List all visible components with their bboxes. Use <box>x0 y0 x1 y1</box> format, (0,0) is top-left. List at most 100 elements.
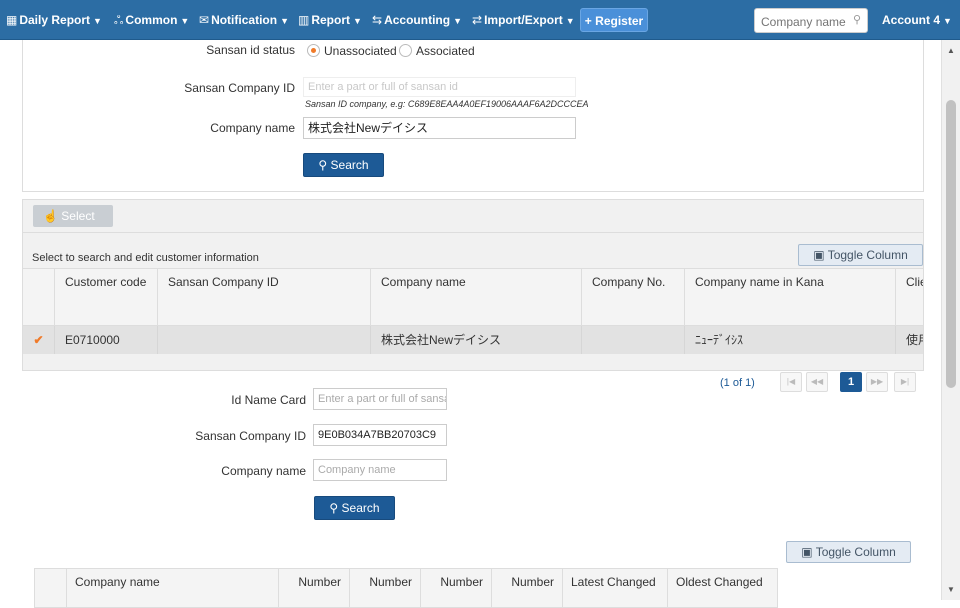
row-check-icon[interactable]: ✔ <box>23 326 55 354</box>
col-header-check <box>23 268 55 326</box>
select-button[interactable]: ☝ Select <box>33 205 113 227</box>
nav-notification-label: Notification <box>211 13 278 27</box>
cell-customer-code: E0710000 <box>55 326 158 354</box>
register-button[interactable]: + Register <box>580 8 648 32</box>
caret-down-icon: ▼ <box>180 16 190 26</box>
nav-import-export-label: Import/Export <box>484 13 563 27</box>
namecard-company-name-input[interactable]: Company name <box>313 459 447 481</box>
cell-company-kana: ﾆｭｰﾃﾞｲｼｽ <box>685 326 896 354</box>
id-name-card-label: Id Name Card <box>231 393 306 407</box>
bottom-col-oldest-changed[interactable]: Oldest Changed <box>667 568 778 608</box>
nav-import-export[interactable]: ⇄ Import/Export ▼ <box>472 0 575 40</box>
bottom-toggle-column-button[interactable]: ▣ Toggle Column <box>786 541 911 563</box>
nav-notification[interactable]: ✉ Notification ▼ <box>199 0 289 40</box>
col-header-client[interactable]: Clie <box>896 268 923 326</box>
nav-daily-report-label: Daily Report <box>19 13 91 27</box>
search-icon: ⚲ <box>318 158 328 172</box>
scroll-up-icon[interactable]: ▲ <box>947 46 955 55</box>
register-label: Register <box>595 14 644 28</box>
pager-next-button[interactable]: ▶▶ <box>866 372 888 392</box>
toggle-column-button[interactable]: ▣ Toggle Column <box>798 244 923 266</box>
bottom-col-company-name[interactable]: Company name <box>66 568 279 608</box>
bar-chart-icon: ▥ <box>298 13 310 27</box>
bottom-col-number-4[interactable]: Number <box>491 568 563 608</box>
col-header-sansan-id[interactable]: Sansan Company ID <box>158 268 371 326</box>
hand-pointer-icon: ☝ <box>43 209 58 223</box>
search-icon[interactable]: ⚲ <box>853 13 861 26</box>
top-navbar: ▦ Daily Report ▼ ஃ Common ▼ ✉ Notification ▼ ▥… <box>0 0 960 40</box>
radio-unassociated-label: Unassociated <box>324 44 397 58</box>
bottom-col-check <box>34 568 67 608</box>
nav-accounting-label: Accounting <box>384 13 451 27</box>
col-header-company-no[interactable]: Company No. <box>582 268 685 326</box>
pager-last-button[interactable]: ▶| <box>894 372 916 392</box>
namecard-search-label: Search <box>341 501 380 515</box>
namecard-company-name-label: Company name <box>221 464 306 478</box>
import-export-icon: ⇄ <box>472 13 483 27</box>
nav-search-input[interactable] <box>759 10 851 33</box>
toggle-column-label: Toggle Column <box>827 248 908 262</box>
bottom-col-number-2[interactable]: Number <box>349 568 421 608</box>
namecard-sansan-id-input[interactable]: 9E0B034A7BB20703C9 <box>313 424 447 446</box>
nav-search-box: ⚲ <box>754 8 868 33</box>
namecard-sansan-id-label: Sansan Company ID <box>195 429 306 443</box>
plus-icon: + <box>584 14 592 28</box>
grid-divider <box>23 232 923 233</box>
table-row[interactable]: ✔ E0710000 株式会社Newデイシス ﾆｭｰﾃﾞｲｼｽ 使用 <box>23 326 923 354</box>
nav-common[interactable]: ஃ Common ▼ <box>114 0 189 40</box>
sansan-status-label: Sansan id status <box>206 43 295 57</box>
company-name-label: Company name <box>210 121 295 135</box>
caret-down-icon: ▼ <box>280 16 289 26</box>
bottom-col-latest-changed[interactable]: Latest Changed <box>562 568 668 608</box>
pager-first-button[interactable]: |◀ <box>780 372 802 392</box>
caret-down-icon: ▼ <box>93 16 102 26</box>
namecard-search-button[interactable]: ⚲ Search <box>314 496 395 520</box>
col-header-company-name[interactable]: Company name <box>371 268 582 326</box>
columns-icon: ▣ <box>801 545 813 559</box>
bottom-col-number-1[interactable]: Number <box>278 568 350 608</box>
calendar-icon: ▦ <box>6 13 18 27</box>
company-name-input[interactable]: 株式会社Newデイシス <box>303 117 576 139</box>
radio-unassociated[interactable] <box>307 44 320 57</box>
envelope-icon: ✉ <box>199 13 210 27</box>
account-menu[interactable]: Account 4 ▼ <box>882 0 952 40</box>
nav-report-label: Report <box>311 13 351 27</box>
search-button[interactable]: ⚲ Search <box>303 153 384 177</box>
pager-info: (1 of 1) <box>720 377 755 389</box>
sansan-company-id-label: Sansan Company ID <box>184 81 295 95</box>
search-button-label: Search <box>330 158 369 172</box>
scroll-down-icon[interactable]: ▼ <box>947 585 955 594</box>
pager-page-1[interactable]: 1 <box>840 372 862 392</box>
pager-prev-button[interactable]: ◀◀ <box>806 372 828 392</box>
users-icon: ஃ <box>114 13 124 27</box>
bottom-toggle-column-label: Toggle Column <box>815 545 896 559</box>
exchange-icon: ⇆ <box>372 13 383 27</box>
sansan-search-panel: Sansan id status Unassociated Associated… <box>22 40 924 192</box>
cell-company-name: 株式会社Newデイシス <box>371 326 582 354</box>
caret-down-icon: ▼ <box>453 16 462 26</box>
col-header-customer-code[interactable]: Customer code <box>55 268 158 326</box>
id-name-card-input[interactable]: Enter a part or full of sansan id <box>313 388 447 410</box>
caret-down-icon: ▼ <box>943 16 952 26</box>
nav-daily-report[interactable]: ▦ Daily Report ▼ <box>6 0 102 40</box>
account-label: Account 4 <box>882 13 941 27</box>
caret-down-icon: ▼ <box>353 16 362 26</box>
scrollbar-thumb[interactable] <box>946 100 956 388</box>
bottom-col-number-3[interactable]: Number <box>420 568 492 608</box>
grid-caption: Select to search and edit customer infor… <box>32 252 259 264</box>
cell-client: 使用 <box>906 333 923 347</box>
sansan-company-id-input[interactable]: Enter a part or full of sansan id <box>303 77 576 97</box>
select-button-label: Select <box>61 209 95 223</box>
search-icon: ⚲ <box>329 501 339 515</box>
page-scrollbar[interactable]: ▲ ▼ <box>941 40 960 600</box>
nav-accounting[interactable]: ⇆ Accounting ▼ <box>372 0 462 40</box>
caret-down-icon: ▼ <box>565 16 575 26</box>
customer-grid: ☝ Select Select to search and edit custo… <box>22 199 924 371</box>
cell-company-no <box>582 326 685 354</box>
radio-associated[interactable] <box>399 44 412 57</box>
nav-report[interactable]: ▥ Report ▼ <box>298 0 362 40</box>
nav-common-label: Common <box>125 13 178 27</box>
columns-icon: ▣ <box>813 248 825 262</box>
radio-associated-label: Associated <box>416 44 475 58</box>
col-header-company-kana[interactable]: Company name in Kana <box>685 268 896 326</box>
